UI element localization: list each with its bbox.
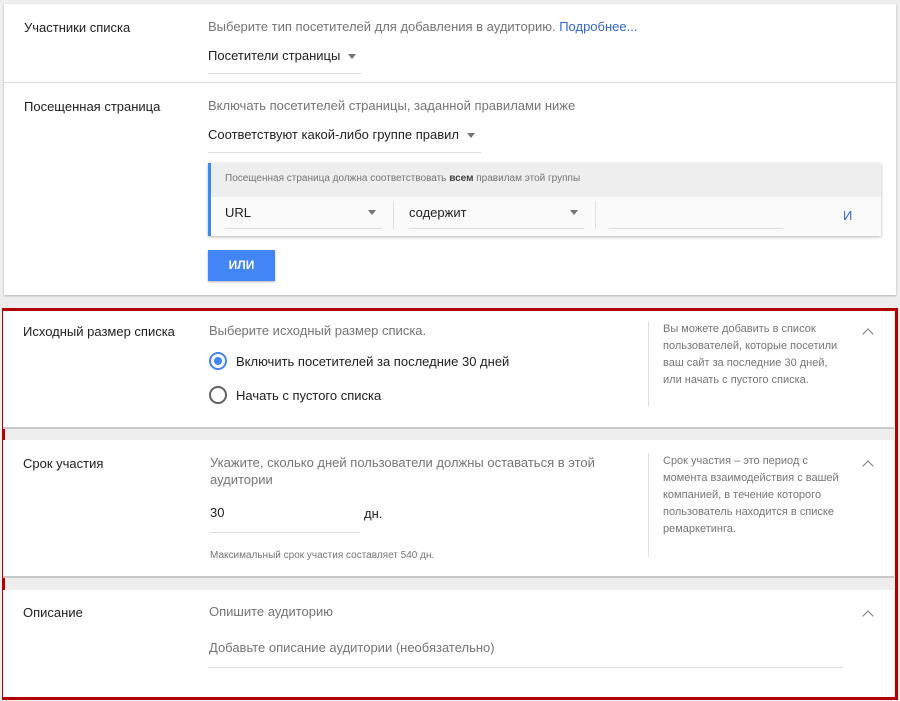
duration-note: Максимальный срок участия составляет 540… (210, 550, 435, 561)
top-card: Участники списка Выберите тип посетителе… (4, 4, 896, 295)
visited-label: Посещенная страница (24, 99, 161, 114)
field-value: URL (225, 205, 252, 220)
description-input[interactable]: Добавьте описание аудитории (необязатель… (209, 640, 843, 668)
duration-help: Срок участия – это период с момента взаи… (648, 453, 843, 557)
value-input[interactable] (609, 205, 783, 229)
radio-label: Включить посетителей за последние 30 дне… (236, 353, 510, 369)
header-text: Посещенная страница должна соответствова… (225, 173, 450, 184)
or-button[interactable]: ИЛИ (208, 250, 275, 281)
learn-more-link[interactable]: Подробнее... (559, 19, 637, 34)
radio-label: Начать с пустого списка (236, 387, 382, 403)
duration-unit: дн. (364, 506, 383, 521)
radio-option-last-30[interactable]: Включить посетителей за последние 30 дне… (209, 352, 509, 370)
chevron-down-icon (348, 54, 357, 60)
header-bold: всем (449, 173, 474, 184)
chevron-down-icon (368, 210, 376, 215)
duration-input[interactable]: 30 (210, 505, 360, 533)
chevron-up-icon[interactable] (862, 610, 874, 622)
chevron-up-icon[interactable] (862, 328, 874, 340)
description-section: Описание Опишите аудиторию Добавьте опис… (3, 590, 894, 697)
duration-section: Срок участия Укажите, сколько дней польз… (3, 440, 894, 578)
members-label: Участники списка (24, 20, 131, 35)
chevron-up-icon[interactable] (862, 460, 874, 472)
radio-unselected-icon[interactable] (209, 386, 227, 404)
header-text-end: правилам этой группы (473, 173, 581, 184)
members-hint-text: Выберите тип посетителей для добавления … (208, 19, 556, 34)
members-select[interactable]: Посетители страницы (208, 48, 361, 74)
and-button[interactable]: И (843, 208, 852, 223)
initial-size-label: Исходный размер списка (23, 324, 175, 339)
initial-size-help: Вы можете добавить в список пользователе… (648, 321, 843, 407)
chevron-down-icon (570, 210, 578, 215)
operator-select[interactable]: содержит (409, 205, 584, 229)
members-select-value: Посетители страницы (208, 48, 341, 63)
operator-value: содержит (409, 205, 467, 220)
members-hint: Выберите тип посетителей для добавления … (208, 19, 637, 34)
separator (595, 201, 596, 229)
divider (4, 82, 896, 83)
initial-size-section: Исходный размер списка Выберите исходный… (3, 311, 894, 429)
duration-label: Срок участия (23, 456, 104, 471)
duration-hint: Укажите, сколько дней пользователи должн… (210, 455, 595, 487)
chevron-down-icon (466, 133, 475, 139)
rule-group-header: Посещенная страница должна соответствова… (211, 163, 881, 197)
separator (393, 201, 394, 229)
visited-select-value: Соответствуют какой-либо группе правил (208, 127, 459, 142)
initial-size-hint: Выберите исходный размер списка. (209, 323, 427, 338)
radio-option-empty[interactable]: Начать с пустого списка (209, 386, 381, 404)
visited-select[interactable]: Соответствуют какой-либо группе правил (208, 127, 481, 153)
description-hint: Опишите аудиторию (209, 604, 334, 619)
radio-selected-icon[interactable] (209, 352, 227, 370)
field-select[interactable]: URL (225, 205, 382, 229)
rule-group: Посещенная страница должна соответствова… (208, 163, 881, 236)
description-label: Описание (23, 605, 83, 620)
visited-hint: Включать посетителей страницы, заданной … (208, 98, 576, 113)
